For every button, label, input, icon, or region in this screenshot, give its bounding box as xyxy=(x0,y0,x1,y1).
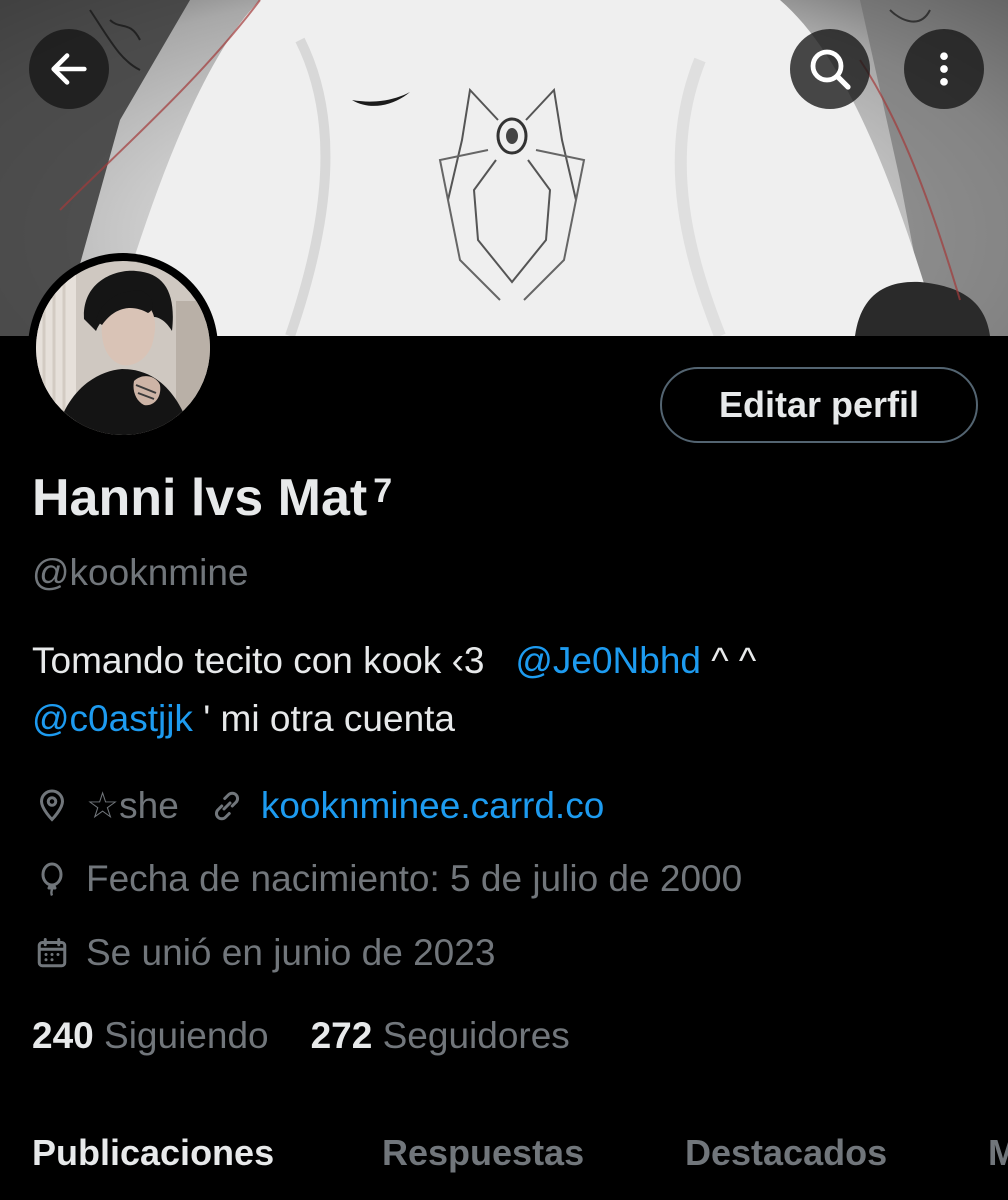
search-icon xyxy=(810,49,851,90)
bio-mention-c0astjjk[interactable]: @c0astjjk xyxy=(32,698,193,739)
tab-destacados[interactable]: Destacados xyxy=(685,1132,887,1174)
arrow-left-icon xyxy=(51,53,87,85)
more-vertical-icon xyxy=(940,52,948,86)
profile-meta-birthday: Fecha de nacimiento: 5 de julio de 2000 xyxy=(32,858,742,900)
following-stat[interactable]: 240 Siguiendo xyxy=(32,1015,269,1057)
display-name-superscript: 7 xyxy=(373,472,393,510)
back-button[interactable] xyxy=(29,29,109,109)
location-text: ☆she xyxy=(86,785,179,826)
edit-profile-button[interactable]: Editar perfil xyxy=(660,367,978,443)
display-name: Hanni lvs Mat 7 xyxy=(32,468,392,528)
profile-tabs: Publicaciones Respuestas Destacados M xyxy=(0,1132,1008,1200)
calendar-icon xyxy=(32,933,72,973)
bio-suffix-1: ^ ^ xyxy=(701,640,757,681)
following-label: Siguiendo xyxy=(104,1015,269,1056)
location-pin-icon xyxy=(32,786,72,826)
joined-text: Se unió en junio de 2023 xyxy=(86,932,496,973)
display-name-text: Hanni lvs Mat xyxy=(32,469,368,527)
profile-meta-joined: Se unió en junio de 2023 xyxy=(32,932,495,974)
balloon-icon xyxy=(32,859,72,899)
profile-meta-location-website: ☆she kooknminee.carrd.co xyxy=(32,784,604,827)
tab-publicaciones[interactable]: Publicaciones xyxy=(32,1132,274,1174)
tab-respuestas[interactable]: Respuestas xyxy=(382,1132,584,1174)
tab-more[interactable]: M xyxy=(988,1132,1008,1174)
bio-text-2: ' mi otra cuenta xyxy=(192,698,456,739)
birthday-text: Fecha de nacimiento: 5 de julio de 2000 xyxy=(86,858,743,899)
bio-mention-je0nbhd[interactable]: @Je0Nbhd xyxy=(515,640,701,681)
search-button[interactable] xyxy=(790,29,870,109)
follow-stats: 240 Siguiendo 272 Seguidores xyxy=(32,1015,612,1057)
following-count: 240 xyxy=(32,1015,94,1056)
bio-line-1: Tomando tecito con kook ‹3 @Je0Nbhd ^ ^ xyxy=(32,640,756,682)
avatar-image xyxy=(36,261,210,435)
bio-text-1: Tomando tecito con kook ‹3 xyxy=(32,640,485,681)
followers-count: 272 xyxy=(310,1015,373,1056)
bio-line-2: @c0astjjk ' mi otra cuenta xyxy=(32,698,455,740)
more-options-button[interactable] xyxy=(904,29,984,109)
link-icon xyxy=(207,786,247,826)
followers-label: Seguidores xyxy=(382,1015,570,1056)
avatar[interactable] xyxy=(28,253,218,443)
followers-stat[interactable]: 272 Seguidores xyxy=(311,1015,570,1057)
username-handle: @kooknmine xyxy=(32,552,249,593)
website-link[interactable]: kooknminee.carrd.co xyxy=(261,785,604,827)
